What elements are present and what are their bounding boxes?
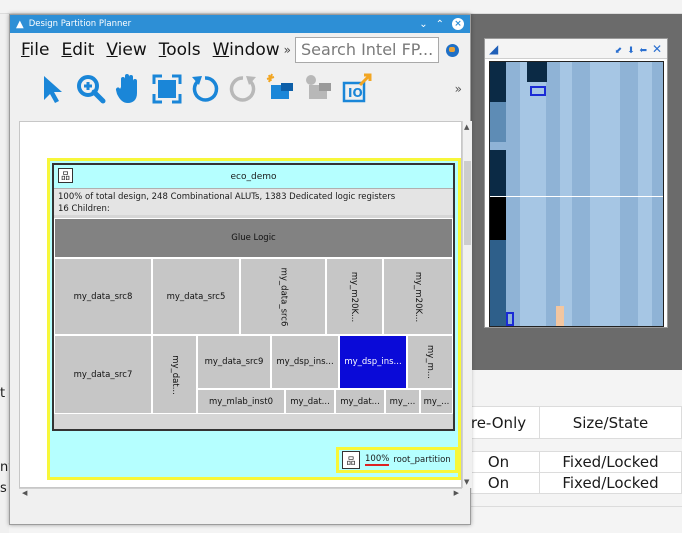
create-partition-icon[interactable] [264,72,298,106]
background-left-strip [0,14,9,533]
menu-overflow-icon[interactable]: » [284,43,291,57]
dock-down-icon[interactable]: ⬇ [627,46,636,56]
select-pointer-icon[interactable] [36,72,70,106]
tile-my-m-vertical[interactable]: my_m... [407,335,453,389]
minimize-icon[interactable]: ⌄ [419,19,427,30]
scroll-up-icon[interactable]: ▲ [464,123,469,131]
top-partition-box[interactable]: 品 eco_demo 100% of total design, 248 Com… [47,158,461,480]
maximize-icon[interactable]: ⌃ [436,19,444,30]
tile-glue-logic[interactable]: Glue Logic [54,218,453,258]
tile-my-data-src9[interactable]: my_data_src9 [197,335,271,389]
zoom-in-icon[interactable] [74,72,108,106]
entity-header: 品 eco_demo [54,165,453,189]
root-partition-percent: 100% [365,454,390,466]
window-title: Design Partition Planner [28,19,132,29]
partition-canvas[interactable]: 品 eco_demo 100% of total design, 248 Com… [19,121,462,488]
column-header-size-state[interactable]: Size/State [540,407,682,438]
menu-tools[interactable]: Tools [159,40,201,60]
fit-in-window-icon[interactable] [150,72,184,106]
dock-left-icon[interactable]: ⬅ [640,46,649,56]
partition-icon: 品 [342,451,360,469]
entity-name: eco_demo [230,171,277,182]
mini-window-controls: ⬋ ⬇ ⬅ ✕ [615,42,663,56]
globe-icon[interactable] [446,43,460,57]
tile-my-dat-a[interactable]: my_dat... [285,389,335,414]
vertical-scroll-thumb[interactable] [464,161,471,245]
search-input[interactable]: Search Intel FP... [295,37,440,63]
toolbar-overflow-icon[interactable]: » [455,82,462,96]
quartus-logo-icon: ◢ [489,41,499,56]
mini-window-titlebar: ◢ ⬋ ⬇ ⬅ ✕ [485,39,667,59]
menu-window[interactable]: Window [213,40,280,60]
chip-planner-mini-window: ◢ ⬋ ⬇ ⬅ ✕ [484,38,668,328]
float-icon[interactable]: ⬋ [615,46,624,56]
background-text-fragment: t [0,386,6,401]
table-cell: Fixed/Locked [540,473,682,493]
undo-icon[interactable] [188,72,222,106]
tile-my-data-src8[interactable]: my_data_src8 [54,258,152,335]
tile-my-m20k-a[interactable]: my_m20K... [326,258,383,335]
chip-floorplan-map[interactable] [489,61,664,327]
remove-partition-icon[interactable] [302,72,336,106]
tile-area: Glue Logic my_data_src8 my_data_src5 my_… [54,215,453,418]
partition-table: re-Only Size/State On Fixed/Locked On Fi… [458,406,682,507]
menu-view[interactable]: View [106,40,146,60]
tile-my-b[interactable]: my_... [420,389,453,414]
svg-text:IO: IO [348,86,363,100]
hierarchy-node-icon[interactable]: 品 [58,168,73,183]
tile-my-a[interactable]: my_... [385,389,420,414]
window-titlebar[interactable]: ▲ Design Partition Planner ⌄ ⌃ × [10,15,470,33]
design-partition-planner-window: ▲ Design Partition Planner ⌄ ⌃ × File Ed… [9,14,472,525]
pan-hand-icon[interactable] [112,72,146,106]
table-header: re-Only Size/State [458,406,682,439]
table-cell: Fixed/Locked [540,452,682,472]
scroll-right-icon[interactable]: ▶ [454,489,459,497]
table-row [458,494,682,507]
background-window-edge [0,0,682,14]
background-text-fragment: s [0,481,7,496]
scroll-down-icon[interactable]: ▼ [464,478,469,486]
tile-my-m20k-b[interactable]: my_m20K... [383,258,453,335]
root-partition-label: root_partition [393,455,451,465]
close-icon[interactable]: × [452,18,464,30]
close-icon[interactable]: ✕ [652,42,663,56]
menu-edit[interactable]: Edit [61,40,94,60]
vertical-scrollbar[interactable]: ▲ ▼ [462,121,472,488]
scroll-left-icon[interactable]: ◀ [22,489,27,497]
tile-my-mlab-inst0[interactable]: my_mlab_inst0 [197,389,285,414]
entity-summary-text: 100% of total design, 248 Combinational … [58,192,396,202]
root-partition-badge[interactable]: 品 100% root_partition [336,447,458,473]
app-icon: ▲ [16,18,24,30]
tile-my-data-src6[interactable]: my_data_src6 [240,258,326,335]
tile-my-dat-b[interactable]: my_dat... [335,389,385,414]
redo-icon[interactable] [226,72,260,106]
tile-my-data-src7[interactable]: my_data_src7 [54,335,152,414]
entity-eco-demo[interactable]: 品 eco_demo 100% of total design, 248 Com… [52,163,455,431]
tile-my-dat-vertical[interactable]: my_dat... [152,335,197,414]
menu-file[interactable]: File [21,40,49,60]
tile-my-dsp-ins-2-selected[interactable]: my_dsp_ins... [339,335,407,389]
tile-my-dsp-ins-1[interactable]: my_dsp_ins... [271,335,339,389]
horizontal-scrollbar[interactable]: ◀ ▶ [19,488,462,499]
io-assignment-icon[interactable]: IO [340,72,374,106]
entity-children-count: 16 Children: [58,204,110,214]
tile-my-data-src5[interactable]: my_data_src5 [152,258,240,335]
menu-bar: File Edit View Tools Window » Search Int… [10,33,470,67]
entity-summary: 100% of total design, 248 Combinational … [54,189,453,215]
table-row[interactable]: On Fixed/Locked [458,473,682,494]
toolbar: IO » [10,67,470,111]
table-row [458,439,682,452]
table-row[interactable]: On Fixed/Locked [458,452,682,473]
